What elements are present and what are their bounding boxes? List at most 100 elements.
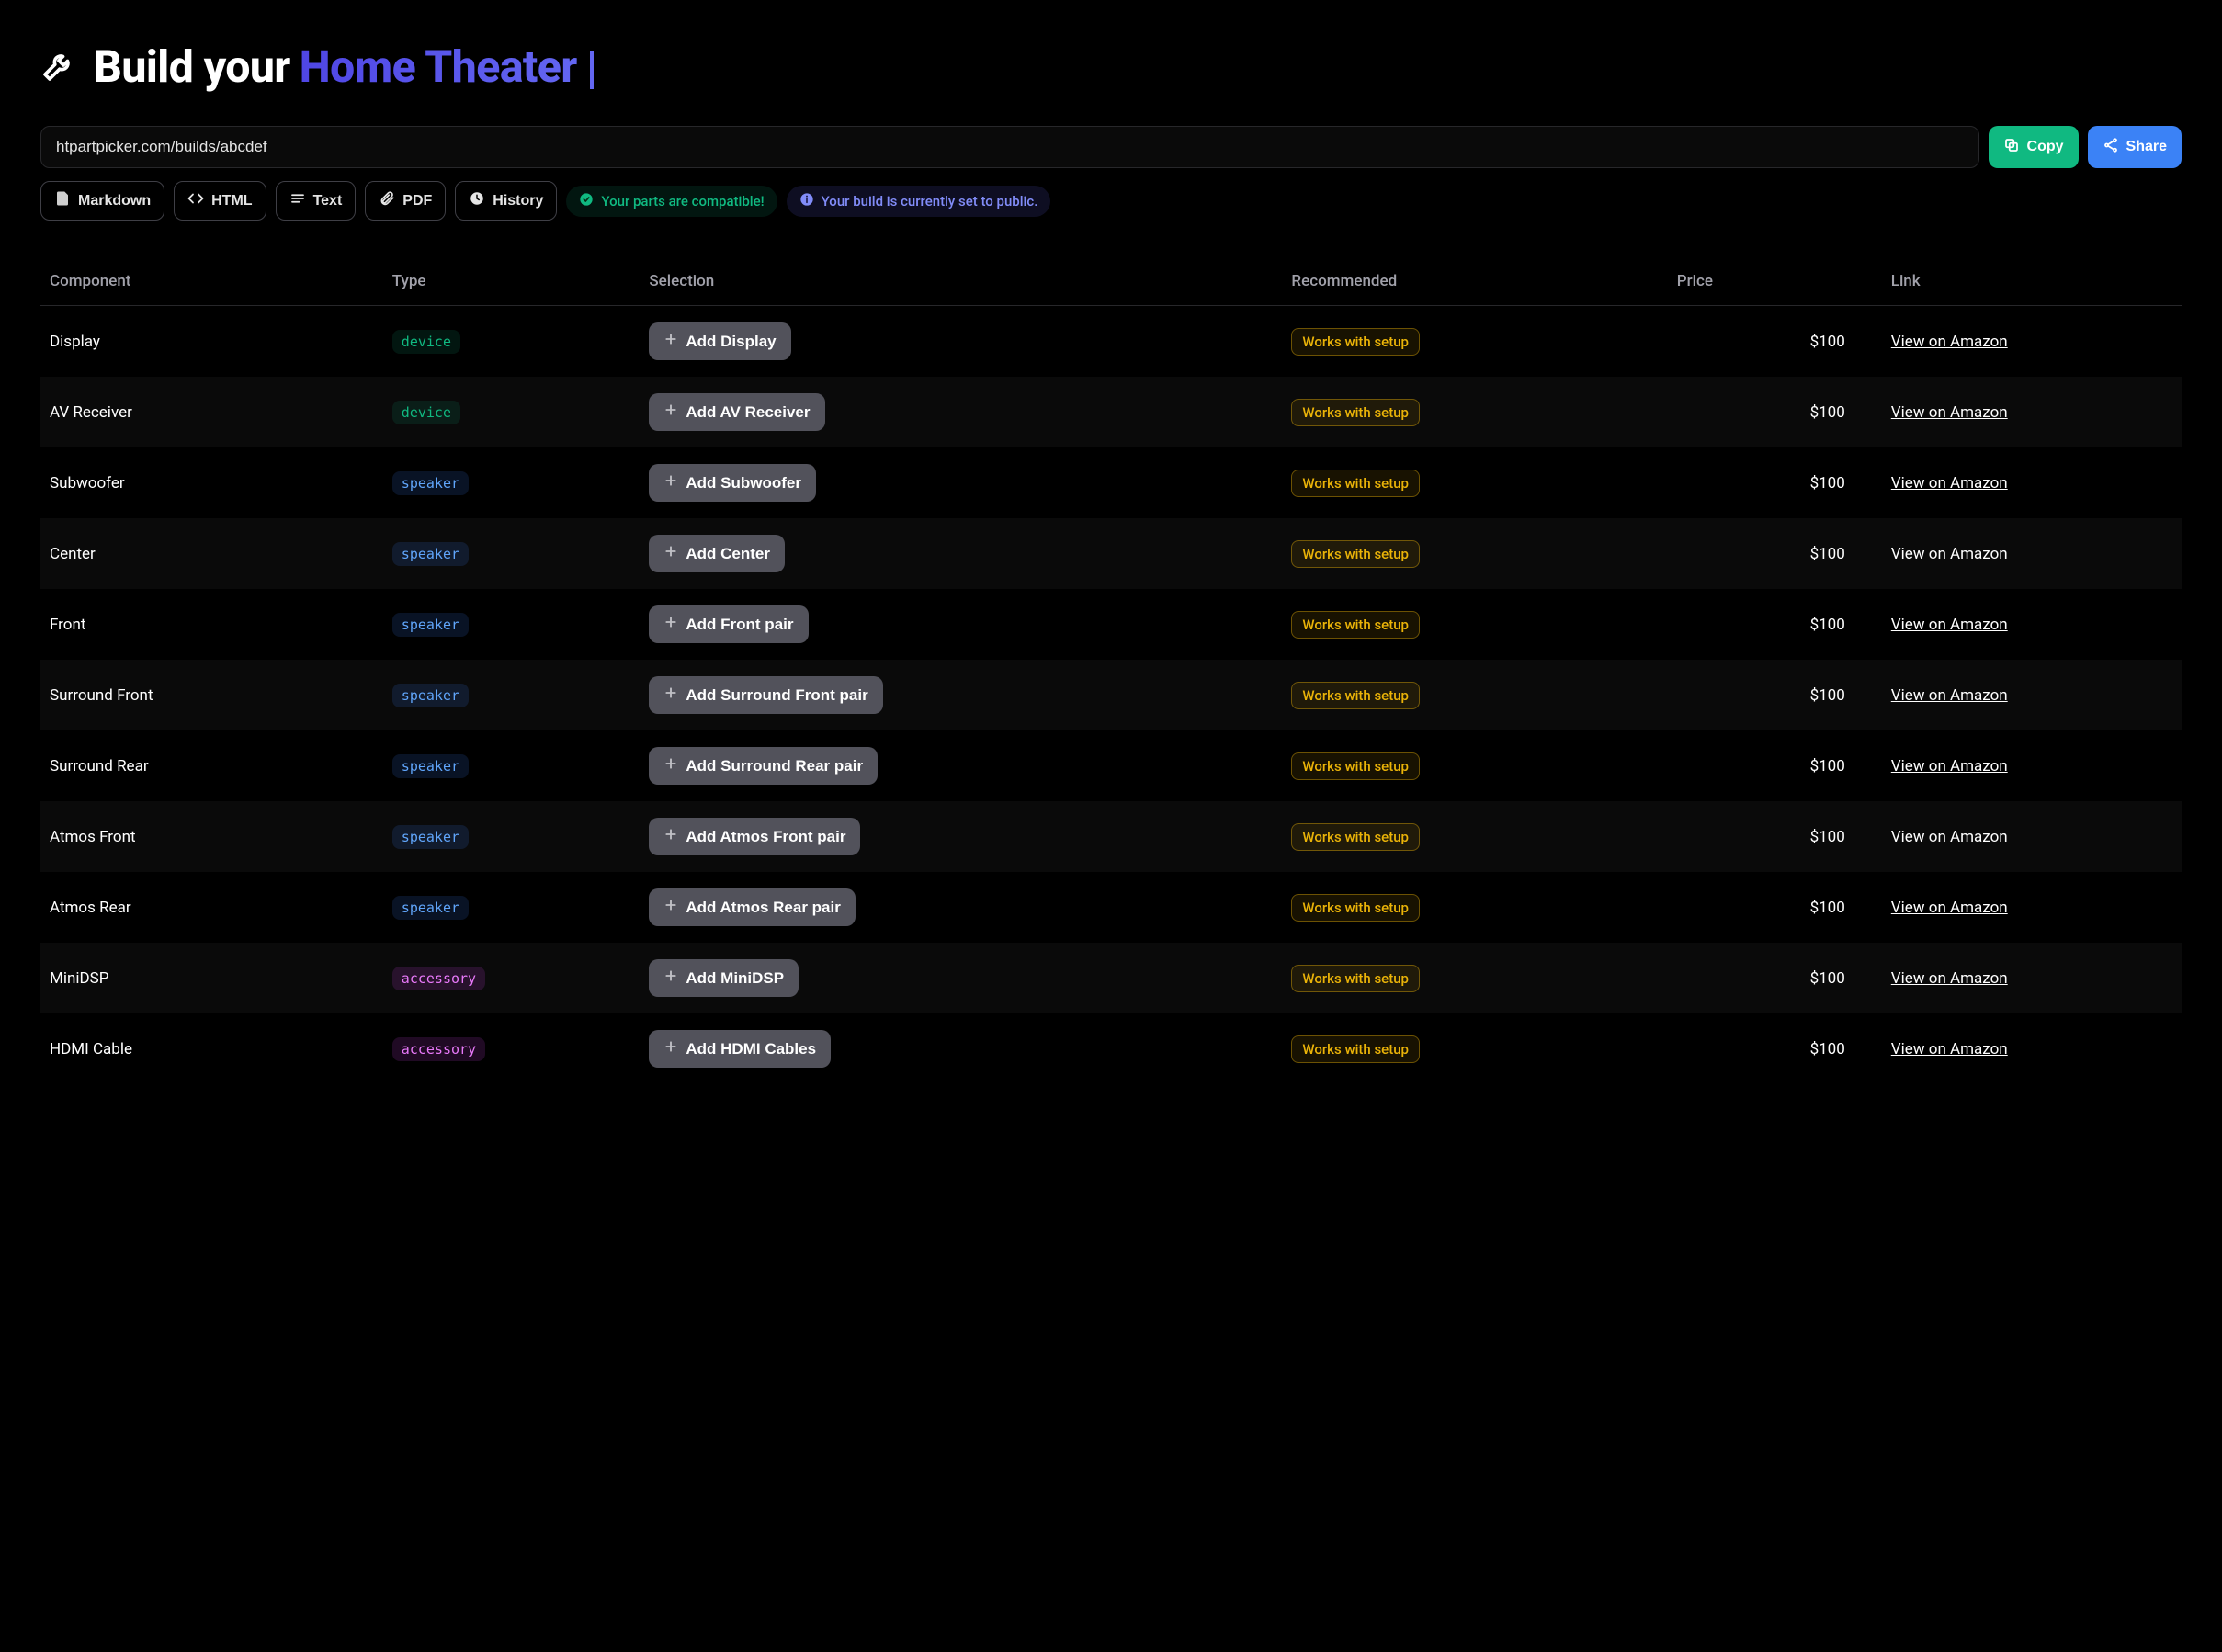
copy-icon (2003, 137, 2020, 158)
price-value: $100 (1668, 730, 1882, 801)
view-link[interactable]: View on Amazon (1891, 969, 2008, 988)
table-row: Surround RearspeakerAdd Surround Rear pa… (40, 730, 2182, 801)
check-badge-icon (579, 192, 594, 210)
table-row: AV ReceiverdeviceAdd AV ReceiverWorks wi… (40, 377, 2182, 447)
parts-table: Component Type Selection Recommended Pri… (40, 261, 2182, 1084)
table-row: Center speaker Add Center Works with setup $… (40, 518, 2182, 589)
add-component-label: Add Atmos Rear pair (686, 899, 840, 917)
text-button[interactable]: Text (276, 181, 357, 221)
view-link[interactable]: View on Amazon (1891, 616, 2008, 634)
title-prefix: Build your (94, 40, 290, 93)
plus-icon (663, 968, 678, 988)
price-value: $100 (1668, 377, 1882, 447)
add-component-label: Add MiniDSP (686, 969, 784, 988)
plus-icon (663, 1039, 678, 1058)
add-component-button[interactable]: Add HDMI Cables (649, 1030, 831, 1068)
component-name: Atmos Rear (40, 872, 383, 943)
add-component-button[interactable]: Add AV Receiver (649, 393, 824, 431)
add-component-button[interactable]: Add Surround Front pair (649, 676, 882, 714)
plus-icon (663, 402, 678, 422)
component-name: Surround Rear (40, 730, 383, 801)
plus-icon (663, 473, 678, 492)
type-badge: device (392, 330, 460, 354)
view-link[interactable]: View on Amazon (1891, 545, 2008, 563)
component-name: Front (40, 589, 383, 660)
view-link[interactable]: View on Amazon (1891, 474, 2008, 492)
table-row: SubwooferspeakerAdd SubwooferWorks with … (40, 447, 2182, 518)
plus-icon (663, 544, 678, 563)
component-name: AV Receiver (40, 377, 383, 447)
add-component-label: Add Surround Front pair (686, 686, 867, 705)
view-link[interactable]: View on Amazon (1891, 686, 2008, 705)
add-component-label: Add Subwoofer (686, 474, 801, 492)
build-url-input[interactable] (40, 126, 1979, 168)
price-value: $100 (1668, 660, 1882, 730)
paperclip-icon (379, 190, 395, 211)
recommended-badge: Works with setup (1291, 965, 1420, 992)
recommended-badge: Works with setup (1291, 1035, 1420, 1063)
price-value: $100 (1668, 589, 1882, 660)
markdown-button[interactable]: Markdown (40, 181, 164, 221)
add-component-button[interactable]: Add Atmos Front pair (649, 818, 860, 855)
recommended-badge: Works with setup (1291, 399, 1420, 426)
table-row: DisplaydeviceAdd DisplayWorks with setup… (40, 306, 2182, 378)
view-link[interactable]: View on Amazon (1891, 757, 2008, 775)
type-badge: speaker (392, 825, 469, 849)
history-button[interactable]: History (455, 181, 557, 221)
plus-icon (663, 685, 678, 705)
view-link[interactable]: View on Amazon (1891, 1040, 2008, 1058)
add-component-button[interactable]: Add Atmos Rear pair (649, 888, 855, 926)
price-value: $100 (1668, 518, 1882, 589)
page-title-row: Build your Home Theater (40, 40, 2182, 93)
add-component-label: Add Front pair (686, 616, 793, 634)
recommended-badge: Works with setup (1291, 540, 1420, 568)
add-component-button[interactable]: Add Subwoofer (649, 464, 816, 502)
plus-icon (663, 898, 678, 917)
html-button[interactable]: HTML (174, 181, 266, 221)
view-link[interactable]: View on Amazon (1891, 403, 2008, 422)
recommended-badge: Works with setup (1291, 611, 1420, 639)
view-link[interactable]: View on Amazon (1891, 333, 2008, 351)
header-link: Link (1882, 261, 2182, 306)
add-component-button[interactable]: Add Surround Rear pair (649, 747, 878, 785)
pdf-button[interactable]: PDF (365, 181, 446, 221)
share-icon (2103, 137, 2119, 158)
type-badge: speaker (392, 542, 469, 566)
table-row: HDMI CableaccessoryAdd HDMI CablesWorks … (40, 1013, 2182, 1084)
table-row: Surround FrontspeakerAdd Surround Front … (40, 660, 2182, 730)
component-name: Subwoofer (40, 447, 383, 518)
table-row: Front speaker Add Front pair Works with set… (40, 589, 2182, 660)
plus-icon (663, 756, 678, 775)
recommended-badge: Works with setup (1291, 682, 1420, 709)
title-cursor (590, 51, 594, 89)
view-link[interactable]: View on Amazon (1891, 828, 2008, 846)
recommended-badge: Works with setup (1291, 752, 1420, 780)
share-label: Share (2126, 139, 2167, 155)
view-link[interactable]: View on Amazon (1891, 899, 2008, 917)
component-name: HDMI Cable (40, 1013, 383, 1084)
clock-icon (469, 190, 485, 211)
add-component-button[interactable]: Add Center (649, 535, 785, 572)
add-component-label: Add Center (686, 545, 770, 563)
public-badge: Your build is currently set to public. (787, 186, 1051, 217)
component-name: Center (40, 518, 383, 589)
type-badge: speaker (392, 613, 469, 637)
type-badge: speaker (392, 471, 469, 495)
header-price: Price (1668, 261, 1882, 306)
share-button[interactable]: Share (2088, 126, 2182, 168)
price-value: $100 (1668, 943, 1882, 1013)
add-component-button[interactable]: Add Display (649, 322, 790, 360)
add-component-label: Add HDMI Cables (686, 1040, 816, 1058)
add-component-button[interactable]: Add Front pair (649, 605, 808, 643)
copy-button[interactable]: Copy (1989, 126, 2079, 168)
add-component-button[interactable]: Add MiniDSP (649, 959, 799, 997)
component-name: Atmos Front (40, 801, 383, 872)
add-component-label: Add Display (686, 333, 776, 351)
info-icon (799, 192, 814, 210)
add-component-label: Add Atmos Front pair (686, 828, 845, 846)
file-icon (54, 190, 71, 211)
component-name: Display (40, 306, 383, 378)
add-component-label: Add AV Receiver (686, 403, 810, 422)
type-badge: speaker (392, 896, 469, 920)
page-title: Build your Home Theater (94, 40, 594, 93)
